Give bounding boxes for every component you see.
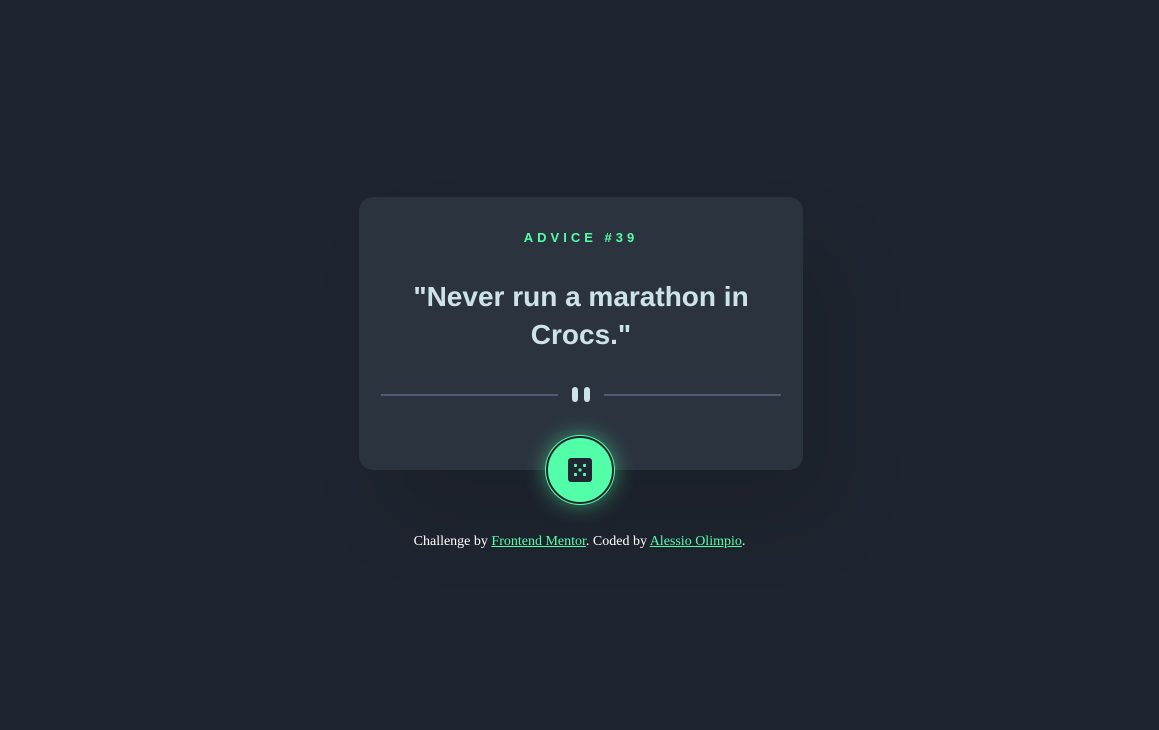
page: ADVICE #39 "Never run a marathon in Croc…: [0, 0, 1159, 730]
new-advice-button[interactable]: [546, 436, 614, 504]
attribution-footer: Challenge by Frontend Mentor. Coded by A…: [0, 533, 1159, 551]
divider-line-left: [381, 394, 558, 396]
footer-suffix: .: [741, 534, 746, 549]
dice-icon: [568, 458, 592, 482]
pause-bar-left: [572, 387, 578, 402]
advice-card: ADVICE #39 "Never run a marathon in Croc…: [359, 197, 803, 470]
advice-number: ADVICE #39: [523, 230, 639, 245]
pause-icon: [571, 387, 591, 403]
frontend-mentor-link[interactable]: Frontend Mentor: [491, 534, 586, 549]
divider-line-right: [604, 394, 781, 396]
pattern-divider: [381, 385, 781, 405]
advice-quote: "Never run a marathon in Crocs.": [413, 281, 749, 350]
author-link[interactable]: Alessio Olimpio: [650, 534, 742, 549]
footer-middle: . Coded by: [585, 534, 650, 549]
footer-prefix: Challenge by: [413, 534, 492, 549]
pause-bar-right: [584, 387, 590, 402]
